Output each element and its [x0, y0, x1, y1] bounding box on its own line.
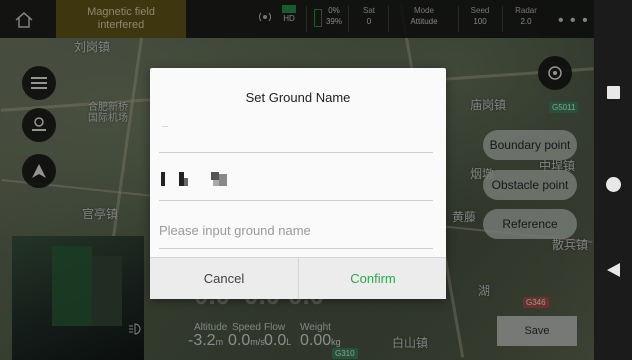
- dialog-title: Set Ground Name: [245, 90, 351, 105]
- divider: [159, 152, 433, 153]
- confirm-button[interactable]: Confirm: [298, 258, 447, 299]
- set-ground-name-dialog: Set Ground Name Cancel Confirm: [150, 68, 446, 299]
- placeholder-mark: [162, 126, 168, 127]
- dialog-footer: Cancel Confirm: [150, 257, 446, 299]
- input-underline: [159, 248, 433, 249]
- ground-name-input[interactable]: [159, 218, 433, 242]
- screen: 刘岗镇 合肥新桥 国际机场 庙岗镇 官亭镇 黄藤 散兵镇 湖 白山镇 中垾镇 烟…: [0, 0, 594, 360]
- home-nav-icon[interactable]: [606, 177, 621, 192]
- back-icon[interactable]: [606, 262, 621, 278]
- cancel-button[interactable]: Cancel: [150, 258, 298, 299]
- recents-icon[interactable]: [607, 86, 620, 99]
- android-nav-bar: [594, 0, 632, 360]
- divider: [159, 200, 433, 201]
